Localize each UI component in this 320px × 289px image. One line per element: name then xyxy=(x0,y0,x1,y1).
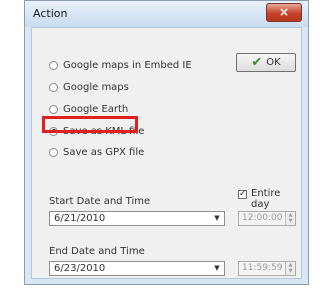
spinner-icon[interactable]: ▲ ▼ xyxy=(285,262,295,275)
entire-day-checkbox[interactable]: ✓ xyxy=(238,190,247,199)
radio-button[interactable] xyxy=(49,104,58,114)
entire-day-label: Entire day xyxy=(251,188,281,210)
radio-google-maps-embed-ie[interactable]: Google maps in Embed IE xyxy=(49,58,192,72)
radio-label: Google Earth xyxy=(63,103,129,115)
title-bar: Action × xyxy=(25,1,308,27)
end-date-label: End Date and Time xyxy=(49,246,145,257)
end-time-field[interactable]: 11:59:59 PM ▲▼ xyxy=(238,261,296,276)
start-time-field[interactable]: 12:00:00 AM ▲▼ xyxy=(238,211,296,226)
ok-label: OK xyxy=(266,57,281,68)
window-title: Action xyxy=(33,7,68,20)
spinner-icon[interactable]: ▲ ▼ xyxy=(285,212,295,225)
close-button[interactable]: × xyxy=(266,3,302,22)
radio-button[interactable] xyxy=(49,60,58,70)
chevron-down-icon[interactable]: ▼ xyxy=(210,212,224,225)
highlight-annotation xyxy=(42,116,138,133)
start-date-label: Start Date and Time xyxy=(49,196,151,207)
end-date-value: 6/23/2010 xyxy=(54,263,106,274)
start-date-select[interactable]: 6/21/2010 ▼ xyxy=(49,211,225,226)
ok-button[interactable]: ✔ OK xyxy=(236,53,296,72)
start-time-value: 12:00:00 AM xyxy=(242,213,283,223)
end-time-value: 11:59:59 PM xyxy=(242,263,283,273)
close-icon: × xyxy=(278,5,290,19)
radio-button[interactable] xyxy=(49,82,58,92)
chevron-down-icon[interactable]: ▼ xyxy=(210,262,224,275)
radio-label: Save as GPX file xyxy=(63,146,145,158)
radio-google-maps[interactable]: Google maps xyxy=(49,80,129,94)
radio-google-earth[interactable]: Google Earth xyxy=(49,102,128,116)
check-icon: ✔ xyxy=(251,55,263,70)
start-date-value: 6/21/2010 xyxy=(54,213,106,224)
end-date-select[interactable]: 6/23/2010 ▼ xyxy=(49,261,225,276)
dialog-body: Google maps in Embed IE Google maps Goog… xyxy=(31,27,302,279)
action-dialog: Action × Google maps in Embed IE Google … xyxy=(24,0,309,285)
radio-button[interactable] xyxy=(49,147,58,157)
radio-save-as-gpx[interactable]: Save as GPX file xyxy=(49,145,144,159)
radio-label: Google maps in Embed IE xyxy=(63,59,192,71)
radio-label: Google maps xyxy=(63,81,129,93)
